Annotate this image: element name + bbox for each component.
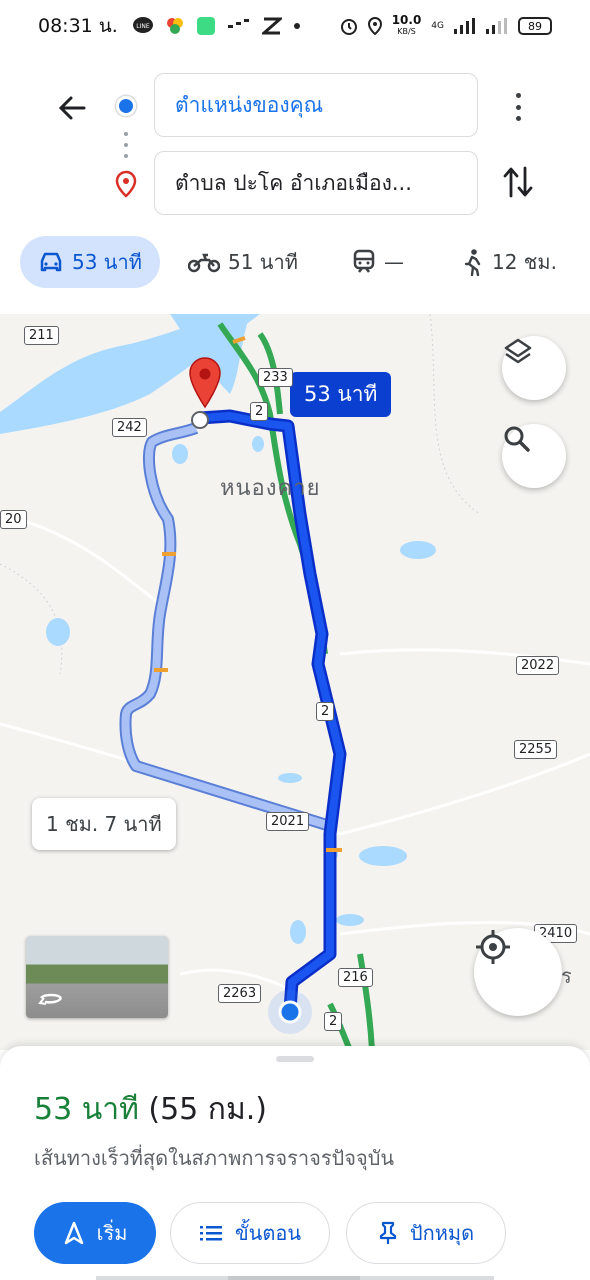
route-distance: (55 กม.) bbox=[148, 1092, 267, 1127]
list-icon bbox=[199, 1226, 222, 1241]
directions-header: ตำแหน่งของคุณ ตำบล ปะโค อำเภอเมือง... bbox=[0, 52, 590, 228]
pin-button-label: ปักหมุด bbox=[409, 1221, 475, 1245]
nav-indicator bbox=[228, 1276, 360, 1280]
capcut-icon bbox=[261, 17, 282, 35]
destination-input[interactable]: ตำบล ปะโค อำเภอเมือง... bbox=[154, 151, 478, 215]
pin-button[interactable]: ปักหมุด bbox=[346, 1202, 506, 1264]
cell-signal-icon bbox=[454, 18, 475, 34]
road-shield: 2 bbox=[324, 1012, 343, 1031]
more-notifications-dot bbox=[293, 23, 300, 29]
mode-transit-label: — bbox=[384, 250, 404, 274]
mode-motorcycle-label: 51 นาที bbox=[228, 250, 298, 274]
battery-indicator: 89 bbox=[518, 17, 552, 35]
route-summary: 53 นาที (55 กม.) bbox=[34, 1086, 267, 1133]
motorcycle-icon bbox=[188, 253, 220, 273]
recenter-button[interactable] bbox=[474, 928, 562, 1016]
street-view-rotate-icon bbox=[38, 993, 63, 1005]
travel-modes: 53 นาที 51 นาที — 12 ชม. bbox=[0, 228, 590, 314]
status-right: 10.0 KB/S 4G 89 bbox=[340, 13, 552, 37]
search-icon bbox=[504, 426, 530, 452]
start-button-label: เริ่ม bbox=[96, 1221, 128, 1245]
cell-signal-2-icon bbox=[486, 18, 507, 34]
nav-indicator bbox=[360, 1276, 494, 1280]
route-description: เส้นทางเร็วที่สุดในสภาพการจราจรปัจจุบัน bbox=[34, 1146, 395, 1170]
road-shield: 2021 bbox=[266, 812, 310, 831]
location-icon bbox=[367, 17, 382, 35]
status-bar: 08:31 น. LINE 10.0 KB/S 4G 89 bbox=[0, 0, 590, 52]
route-duration-chip[interactable]: 53 นาที bbox=[290, 372, 392, 417]
more-options-icon[interactable] bbox=[506, 90, 530, 124]
origin-dot-icon bbox=[116, 96, 136, 116]
road-shield: 20 bbox=[0, 510, 27, 529]
notification-icons: LINE bbox=[132, 16, 300, 36]
current-location-dot bbox=[278, 1000, 302, 1024]
destination-marker bbox=[189, 357, 221, 409]
road-shield: 216 bbox=[338, 968, 373, 987]
photos-icon bbox=[166, 18, 183, 34]
road-shield: 233 bbox=[258, 368, 293, 387]
road-shield: 2263 bbox=[218, 984, 262, 1003]
signal-icon bbox=[227, 19, 249, 28]
layers-button[interactable] bbox=[502, 336, 566, 400]
layers-icon bbox=[504, 338, 532, 364]
steps-button[interactable]: ขั้นตอน bbox=[170, 1202, 330, 1264]
mode-driving[interactable]: 53 นาที bbox=[20, 236, 160, 288]
sheet-drag-handle[interactable] bbox=[276, 1056, 314, 1062]
search-button[interactable] bbox=[502, 424, 566, 488]
network-type: 4G bbox=[431, 21, 444, 31]
mode-driving-label: 53 นาที bbox=[72, 250, 142, 274]
line-app-icon: LINE bbox=[132, 17, 153, 33]
street-view-thumbnail[interactable] bbox=[26, 936, 168, 1018]
back-arrow-icon[interactable] bbox=[54, 90, 90, 126]
status-time: 08:31 น. bbox=[38, 15, 118, 37]
net-speed: 10.0 KB/S bbox=[391, 13, 422, 36]
steps-button-label: ขั้นตอน bbox=[234, 1221, 301, 1245]
road-shield: 2022 bbox=[516, 656, 560, 675]
road-shield: 2 bbox=[250, 402, 269, 421]
origin-input[interactable]: ตำแหน่งของคุณ bbox=[154, 73, 478, 137]
lakes bbox=[46, 436, 436, 944]
pin-icon bbox=[379, 1221, 397, 1244]
mode-walking[interactable]: 12 ชม. bbox=[462, 236, 557, 288]
car-icon bbox=[40, 252, 62, 272]
walking-icon bbox=[464, 249, 481, 276]
road-shield: 2255 bbox=[514, 740, 558, 759]
map-view[interactable]: 53 นาที 1 ชม. 7 นาที หนองคาย ดร 211 233 … bbox=[0, 314, 590, 1050]
destination-pin-icon bbox=[115, 170, 137, 198]
crosshair-icon bbox=[476, 930, 510, 964]
train-icon bbox=[353, 249, 375, 273]
swap-icon[interactable] bbox=[500, 162, 536, 202]
nav-indicator bbox=[96, 1276, 234, 1280]
mode-walking-label: 12 ชม. bbox=[492, 250, 557, 274]
alt-route-chip[interactable]: 1 ชม. 7 นาที bbox=[32, 798, 176, 850]
app-icon bbox=[196, 17, 215, 35]
mode-transit[interactable]: — bbox=[352, 236, 404, 288]
road-shield: 242 bbox=[112, 418, 147, 437]
start-button[interactable]: เริ่ม bbox=[34, 1202, 156, 1264]
route-summary-sheet: 53 นาที (55 กม.) เส้นทางเร็วที่สุดในสภาพ… bbox=[0, 1046, 590, 1280]
mode-motorcycle[interactable]: 51 นาที bbox=[188, 236, 298, 288]
route-connector-dots bbox=[124, 132, 128, 158]
svg-text:LINE: LINE bbox=[136, 23, 150, 30]
navigation-arrow-icon bbox=[64, 1221, 83, 1245]
road-shield: 211 bbox=[24, 326, 59, 345]
road-shield: 2 bbox=[316, 702, 335, 721]
alarm-icon bbox=[340, 19, 357, 35]
route-duration: 53 นาที bbox=[34, 1092, 139, 1127]
town-label: หนองคาย bbox=[220, 476, 321, 501]
